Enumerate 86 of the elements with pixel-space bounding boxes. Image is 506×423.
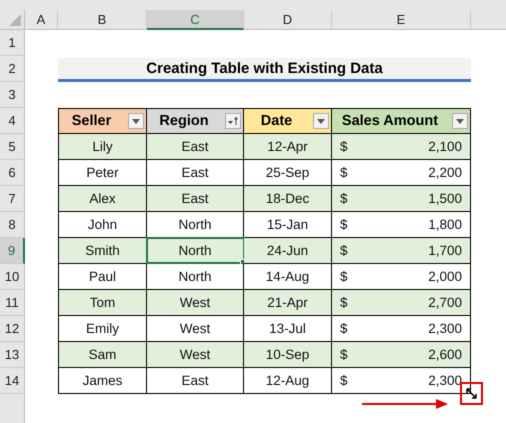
table-cell: Smith [58, 238, 147, 264]
header-label: Region [158, 113, 210, 129]
column-header[interactable]: E [332, 10, 471, 30]
table-cell: East [147, 160, 244, 186]
table-cell: 15-Jan [244, 212, 332, 238]
row-header[interactable]: 7 [0, 186, 25, 212]
table-cell: 10-Sep [244, 342, 332, 368]
currency-symbol: $ [339, 295, 348, 310]
amount-value: 1,700 [427, 243, 463, 258]
row-header[interactable]: 10 [0, 264, 25, 290]
table-cell: 13-Jul [244, 316, 332, 342]
table-cell: James [58, 368, 147, 394]
sort-filter-button[interactable] [225, 113, 241, 129]
table-cell: Lily [58, 134, 147, 160]
header-label: Date [260, 113, 294, 129]
amount-value: 2,000 [427, 269, 463, 284]
table-cell: West [147, 290, 244, 316]
row-header[interactable]: 14 [0, 368, 25, 394]
table-cell: North [147, 238, 244, 264]
amount-value: 2,300 [427, 373, 463, 388]
amount-value: 1,500 [427, 191, 463, 206]
currency-symbol: $ [339, 217, 348, 232]
header-label: Sales Amount [340, 113, 440, 129]
row-header[interactable]: 12 [0, 316, 25, 342]
amount-value: 2,300 [427, 321, 463, 336]
table-cell: Sam [58, 342, 147, 368]
table-cell: East [147, 368, 244, 394]
header-label: Seller [70, 113, 112, 129]
amount-value: 1,800 [427, 217, 463, 232]
table-cell: North [147, 264, 244, 290]
dropdown-arrow-icon [317, 118, 325, 124]
table-cell: Paul [58, 264, 147, 290]
table-cell: West [147, 342, 244, 368]
table-cell: 14-Aug [244, 264, 332, 290]
sort-icon [227, 116, 239, 126]
column-header[interactable]: B [58, 10, 147, 30]
dropdown-arrow-icon [456, 118, 464, 124]
table-cell: 21-Apr [244, 290, 332, 316]
resize-handle[interactable] [460, 382, 483, 405]
currency-symbol: $ [339, 269, 348, 284]
amount-value: 2,600 [427, 347, 463, 362]
currency-symbol: $ [339, 165, 348, 180]
currency-symbol: $ [339, 347, 348, 362]
row-header[interactable]: 8 [0, 212, 25, 238]
table-cell: Emily [58, 316, 147, 342]
currency-symbol: $ [339, 373, 348, 388]
currency-symbol: $ [339, 139, 348, 154]
amount-value: 2,200 [427, 165, 463, 180]
triangle-icon [9, 14, 21, 26]
filter-button[interactable] [313, 113, 329, 129]
filter-button[interactable] [452, 113, 468, 129]
table-cell: John [58, 212, 147, 238]
column-header-filler [471, 10, 506, 30]
currency-symbol: $ [339, 191, 348, 206]
table-cell: Peter [58, 160, 147, 186]
row-header[interactable]: 11 [0, 290, 25, 316]
currency-symbol: $ [339, 321, 348, 336]
table-cell: Alex [58, 186, 147, 212]
row-header-strip [0, 394, 25, 423]
amount-value: 2,100 [427, 139, 463, 154]
amount-value: 2,700 [427, 295, 463, 310]
row-header[interactable]: 13 [0, 342, 25, 368]
table-cell: East [147, 186, 244, 212]
row-header[interactable]: 9 [0, 238, 25, 264]
table-cell: Tom [58, 290, 147, 316]
column-header[interactable]: A [25, 10, 58, 30]
row-header[interactable]: 5 [0, 134, 25, 160]
filter-button[interactable] [128, 113, 144, 129]
column-header[interactable]: D [244, 10, 332, 30]
row-header[interactable]: 1 [0, 30, 25, 56]
dropdown-arrow-icon [132, 118, 140, 124]
table-cell: 25-Sep [244, 160, 332, 186]
table-cell: 24-Jun [244, 238, 332, 264]
row-header[interactable]: 3 [0, 82, 25, 108]
table-cell: East [147, 134, 244, 160]
sheet-title: Creating Table with Existing Data [58, 58, 471, 82]
table-cell: 12-Aug [244, 368, 332, 394]
arrow-icon [362, 399, 448, 409]
column-header[interactable]: C [147, 10, 244, 30]
table-cell: 18-Dec [244, 186, 332, 212]
row-header[interactable]: 2 [0, 56, 25, 82]
table-cell: 12-Apr [244, 134, 332, 160]
table-cell: West [147, 316, 244, 342]
currency-symbol: $ [339, 243, 348, 258]
row-header[interactable]: 6 [0, 160, 25, 186]
row-header[interactable]: 4 [0, 108, 25, 134]
